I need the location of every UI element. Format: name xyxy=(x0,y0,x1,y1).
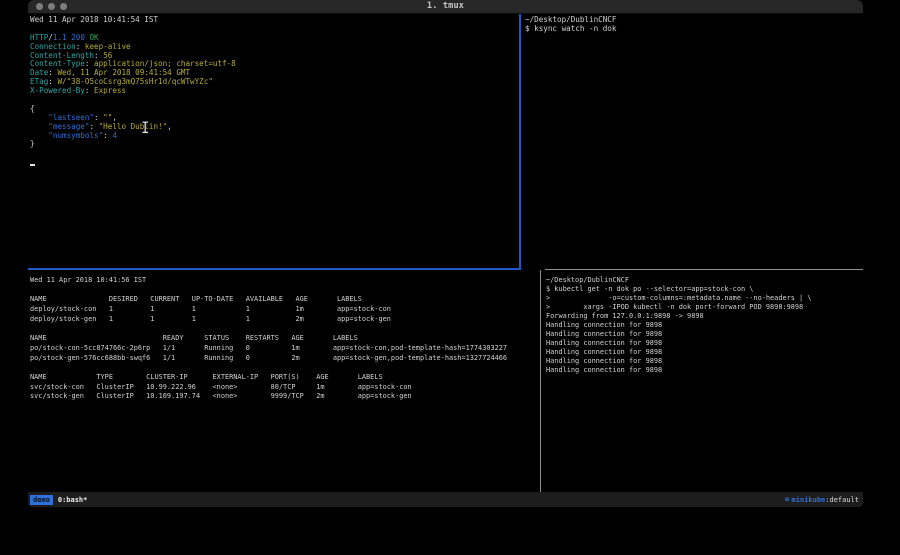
window-title: 1. tmux xyxy=(28,1,863,11)
pane-divider-bottom-vertical[interactable] xyxy=(540,270,541,492)
pane-divider-left-horizontal[interactable] xyxy=(28,268,521,270)
kube-namespace: default xyxy=(829,496,859,504)
terminal-line: po/stock-gen-576cc688bb-swqf6 1/1 Runnin… xyxy=(30,354,541,364)
terminal-line: Handling connection for 9898 xyxy=(546,366,866,375)
kube-context: minikube xyxy=(792,496,826,504)
mouse-cursor xyxy=(141,121,150,134)
tmux-status-bar: demo 0:bash* ☸ minikube : default xyxy=(28,492,863,507)
terminal-line: deploy/stock-con 1 1 1 1 1m app=stock-co… xyxy=(30,305,541,315)
terminal-line: NAME READY STATUS RESTARTS AGE LABELS xyxy=(30,334,541,344)
terminal-line xyxy=(30,363,541,373)
terminal-line: > xargs -IPOD kubectl -n dok port-forwar… xyxy=(546,303,866,312)
pane-kubectl-resources[interactable]: Wed 11 Apr 2018 10:41:56 IST NAME DESIRED… xyxy=(28,272,541,496)
terminal-line: Handling connection for 9898 xyxy=(546,330,866,339)
terminal-line xyxy=(30,96,521,105)
pane-divider-top-vertical[interactable] xyxy=(519,14,521,270)
terminal-line: $ ksync watch -n dok xyxy=(525,25,866,34)
pane-http-response[interactable]: Wed 11 Apr 2018 10:41:54 ISTHTTP/1.1 200… xyxy=(28,14,521,270)
terminal-line: Forwarding from 127.0.0.1:9898 -> 9898 xyxy=(546,312,866,321)
terminal-window: 1. tmux Wed 11 Apr 2018 10:41:54 ISTHTTP… xyxy=(28,0,863,508)
window-list-item-active[interactable]: 0:bash* xyxy=(58,496,88,504)
terminal-line xyxy=(30,25,521,34)
terminal-line: } xyxy=(30,140,521,149)
terminal-line: po/stock-con-5cc874766c-2p6rp 1/1 Runnin… xyxy=(30,344,541,354)
terminal-line: Handling connection for 9898 xyxy=(546,348,866,357)
terminal-line: ~/Desktop/DublinCNCF xyxy=(546,276,866,285)
session-name-badge: demo xyxy=(30,495,53,505)
terminal-line: svc/stock-con ClusterIP 10.99.222.96 <no… xyxy=(30,383,541,393)
pane-divider-right-horizontal[interactable] xyxy=(545,269,863,270)
terminal-line: deploy/stock-gen 1 1 1 1 2m app=stock-ge… xyxy=(30,315,541,325)
terminal-line: X-Powered-By: Express xyxy=(30,87,521,96)
pane-port-forward[interactable]: ~/Desktop/DublinCNCF$ kubectl get -n dok… xyxy=(543,272,866,496)
pane-ksync-watch[interactable]: ~/Desktop/DublinCNCF$ ksync watch -n dok xyxy=(522,14,866,270)
terminal-line: > -o=custom-columns=:metadata.name --no-… xyxy=(546,294,866,303)
desktop-background: 1. tmux Wed 11 Apr 2018 10:41:54 ISTHTTP… xyxy=(0,0,900,555)
terminal-line: NAME TYPE CLUSTER-IP EXTERNAL-IP PORT(S)… xyxy=(30,373,541,383)
terminal-line: "numsymbols": 4 xyxy=(30,132,521,141)
terminal-line xyxy=(30,324,541,334)
terminal-line: Handling connection for 9898 xyxy=(546,339,866,348)
terminal-line: Handling connection for 9898 xyxy=(546,357,866,366)
terminal-line xyxy=(30,286,541,296)
window-titlebar[interactable]: 1. tmux xyxy=(28,0,863,14)
terminal-line: Handling connection for 9898 xyxy=(546,321,866,330)
kubernetes-icon: ☸ xyxy=(785,495,790,504)
terminal-line: Wed 11 Apr 2018 10:41:54 IST xyxy=(30,16,521,25)
terminal-line: $ kubectl get -n dok po --selector=app=s… xyxy=(546,285,866,294)
terminal-line: svc/stock-gen ClusterIP 10.109.197.74 <n… xyxy=(30,392,541,402)
terminal-line: NAME DESIRED CURRENT UP-TO-DATE AVAILABL… xyxy=(30,295,541,305)
terminal-line: Wed 11 Apr 2018 10:41:56 IST xyxy=(30,276,541,286)
terminal-cursor xyxy=(30,164,35,166)
terminal-body: Wed 11 Apr 2018 10:41:54 ISTHTTP/1.1 200… xyxy=(28,14,863,492)
